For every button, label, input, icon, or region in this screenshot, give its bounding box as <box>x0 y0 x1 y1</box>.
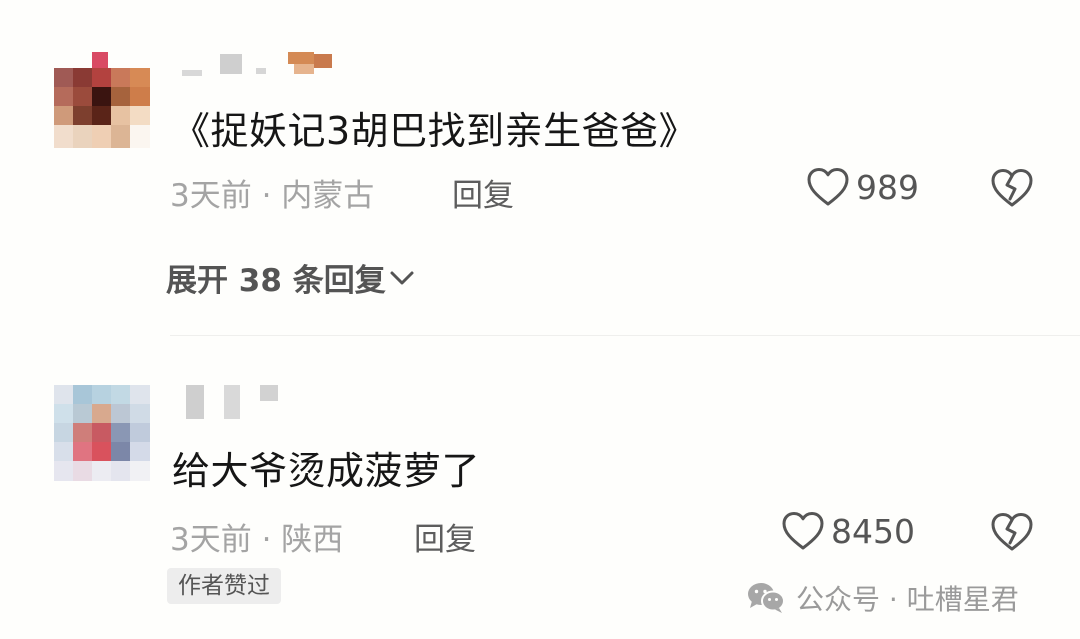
comment-text: 给大爷烫成菠萝了 <box>172 449 481 493</box>
username-redacted[interactable] <box>182 383 292 419</box>
avatar[interactable] <box>54 52 150 148</box>
avatar[interactable] <box>54 385 150 481</box>
watermark-text: 公众号 · 吐槽星君 <box>796 583 1019 616</box>
divider <box>170 335 1080 336</box>
expand-replies-label: 展开 38 条回复 <box>166 263 386 299</box>
username-redacted[interactable] <box>182 50 342 80</box>
like-button[interactable]: 989 <box>806 166 919 208</box>
broken-heart-icon <box>991 513 1033 551</box>
dislike-button[interactable] <box>990 166 1034 210</box>
heart-outline-icon <box>807 168 849 206</box>
chevron-down-icon <box>390 271 414 284</box>
author-liked-badge: 作者赞过 <box>167 568 281 604</box>
broken-heart-icon <box>991 169 1033 207</box>
comment-text: 《捉妖记3胡巴找到亲生爸爸》 <box>172 109 698 153</box>
comment-time-location: 3天前 · 内蒙古 <box>170 178 375 214</box>
like-button[interactable]: 8450 <box>781 510 915 552</box>
like-count: 8450 <box>831 511 915 551</box>
comment-list: 《捉妖记3胡巴找到亲生爸爸》 3天前 · 内蒙古 回复 989 展开 38 条回… <box>0 0 1080 639</box>
watermark: 公众号 · 吐槽星君 <box>746 578 1019 618</box>
comment-time-location: 3天前 · 陕西 <box>170 522 344 558</box>
dislike-button[interactable] <box>990 510 1034 554</box>
heart-outline-icon <box>782 512 824 550</box>
reply-button[interactable]: 回复 <box>414 514 476 559</box>
like-count: 989 <box>856 167 919 207</box>
wechat-icon <box>748 583 785 613</box>
expand-replies-button[interactable]: 展开 38 条回复 <box>166 255 416 300</box>
reply-button[interactable]: 回复 <box>452 170 514 215</box>
